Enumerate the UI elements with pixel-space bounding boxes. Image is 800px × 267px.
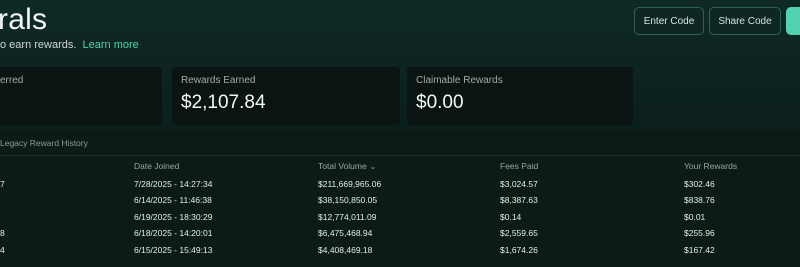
total-volume-cell: $38,150,850.05: [318, 195, 378, 206]
stat-value: $2,107.84: [181, 92, 266, 113]
subtitle-text: o earn rewards.: [0, 39, 77, 51]
fees-paid-cell: $1,674.26: [500, 244, 538, 255]
fees-paid-cell: $3,024.57: [500, 179, 538, 189]
stat-label: erred: [0, 75, 24, 86]
divider: [0, 155, 800, 156]
your-rewards-cell: $167.42: [684, 244, 715, 255]
column-header-date-joined[interactable]: Date Joined: [134, 161, 179, 171]
page-subtitle: o earn rewards. Learn more: [0, 39, 139, 51]
column-header-label: Total Volume: [318, 161, 367, 171]
column-header-total-volume[interactable]: Total Volume ⌄: [318, 161, 376, 171]
fees-paid-cell: $8,387.63: [500, 195, 538, 206]
user-cell: 8: [0, 228, 5, 239]
user-cell: 4: [0, 244, 5, 255]
total-volume-cell: $12,774,011.09: [318, 211, 377, 222]
date-joined-cell: 7/28/2025 - 14:27:34: [134, 179, 213, 189]
chevron-down-icon: ⌄: [369, 162, 377, 171]
total-volume-cell: $211,669,965.06: [318, 179, 382, 189]
date-joined-cell: 6/15/2025 - 15:49:13: [134, 244, 213, 255]
page-title: rals: [0, 3, 48, 36]
date-joined-cell: 6/18/2025 - 14:20:01: [134, 228, 213, 239]
share-code-button[interactable]: Share Code: [709, 7, 781, 35]
total-volume-cell: $4,408,469.18: [318, 244, 373, 255]
fees-paid-cell: $0.14: [500, 211, 522, 222]
fees-paid-cell: $2,559.65: [500, 228, 538, 239]
total-volume-cell: $6,475,468.94: [318, 228, 373, 239]
your-rewards-cell: $838.76: [684, 195, 715, 206]
stat-card-referred: erred: [0, 67, 162, 125]
primary-action-button[interactable]: [786, 7, 800, 35]
column-header-your-rewards[interactable]: Your Rewards: [684, 161, 737, 171]
column-header-fees-paid[interactable]: Fees Paid: [500, 161, 538, 171]
section-title: Legacy Reward History: [0, 138, 88, 148]
your-rewards-cell: $255.96: [684, 228, 715, 239]
your-rewards-cell: $0.01: [684, 211, 706, 222]
stat-card-claimable-rewards: Claimable Rewards $0.00: [407, 67, 633, 125]
learn-more-link[interactable]: Learn more: [83, 39, 139, 51]
enter-code-button[interactable]: Enter Code: [634, 7, 704, 35]
stat-value: $0.00: [416, 92, 464, 113]
stat-label: Claimable Rewards: [416, 75, 503, 86]
stat-label: Rewards Earned: [181, 75, 256, 86]
date-joined-cell: 6/19/2025 - 18:30:29: [134, 211, 213, 222]
your-rewards-cell: $302.46: [684, 179, 715, 189]
stat-card-rewards-earned: Rewards Earned $2,107.84: [172, 67, 400, 125]
date-joined-cell: 6/14/2025 - 11:46:38: [134, 195, 212, 206]
user-cell: 7: [0, 179, 5, 189]
